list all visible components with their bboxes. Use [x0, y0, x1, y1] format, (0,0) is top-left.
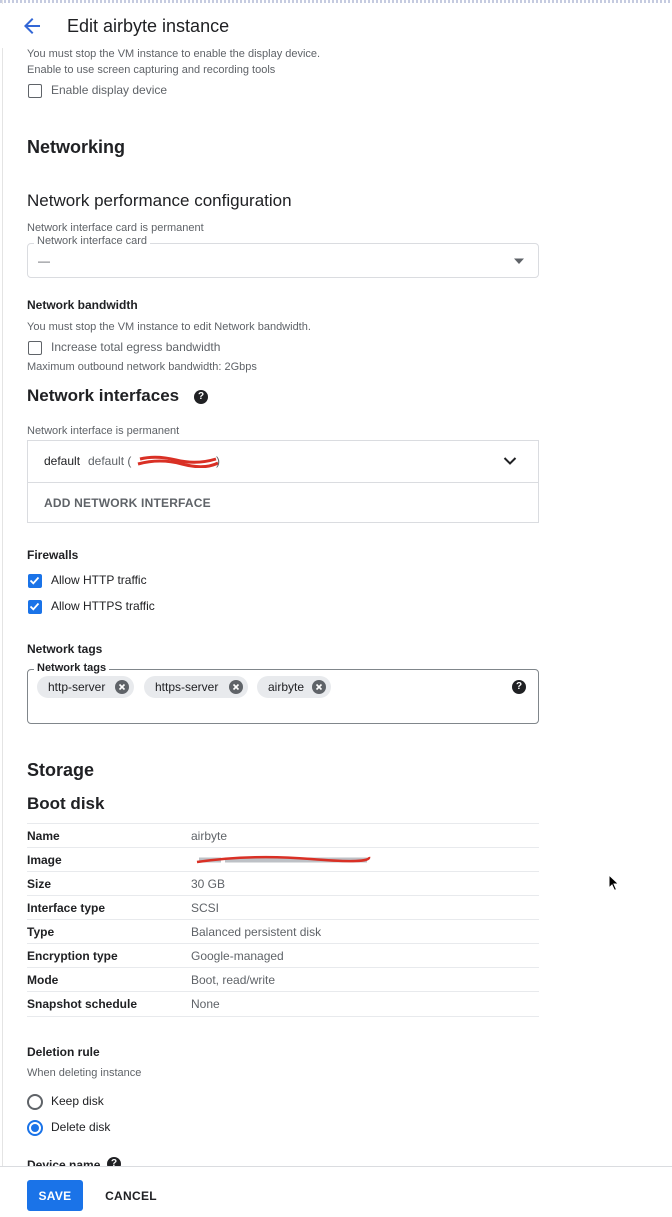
display-stop-note: You must stop the VM instance to enable … [27, 48, 321, 60]
row-key: Type [27, 925, 55, 939]
page-title: Edit airbyte instance [67, 16, 230, 36]
enable-display-checkbox[interactable] [28, 84, 42, 98]
network-performance-heading: Network performance configuration [27, 191, 292, 210]
row-value: SCSI [191, 901, 220, 915]
remove-tag-icon[interactable] [229, 680, 243, 694]
row-value: 30 GB [191, 877, 226, 891]
firewalls-heading: Firewalls [27, 548, 79, 562]
row-key: Image [27, 853, 62, 867]
network-interfaces-panel: default default ( ) ADD NETWORK INTERFAC… [27, 440, 539, 523]
allow-https-label: Allow HTTPS traffic [51, 599, 155, 613]
row-key: Size [27, 877, 52, 891]
row-key: Encryption type [27, 949, 118, 963]
network-tags-input[interactable]: http-server https-server airbyte ? [27, 669, 539, 724]
max-bandwidth-note: Maximum outbound network bandwidth: 2Gbp… [27, 361, 257, 373]
table-row: Encryption type Google-managed [27, 943, 539, 968]
top-strip [0, 0, 672, 3]
tag-chip: airbyte [257, 676, 331, 698]
redacted-image-value [191, 852, 371, 868]
tag-chip: https-server [144, 676, 248, 698]
allow-https-checkbox[interactable] [28, 600, 42, 614]
row-value: Boot, read/write [191, 973, 276, 987]
storage-heading: Storage [27, 760, 95, 780]
network-interface-row[interactable]: default default ( ) [28, 441, 538, 483]
help-icon[interactable]: ? [194, 390, 208, 404]
chevron-down-icon[interactable] [502, 453, 518, 474]
tag-chip-label: https-server [155, 680, 219, 694]
boot-disk-heading: Boot disk [27, 794, 105, 813]
tag-chip-label: airbyte [268, 680, 305, 694]
deletion-rule-heading: Deletion rule [27, 1045, 100, 1059]
interface-name: default [44, 454, 81, 468]
tag-chip-label: http-server [48, 680, 106, 694]
help-icon[interactable]: ? [512, 680, 526, 694]
save-button[interactable]: SAVE [27, 1180, 83, 1211]
table-row: Name airbyte [27, 823, 539, 848]
nic-select[interactable]: — [27, 243, 539, 278]
row-key: Interface type [27, 901, 106, 915]
row-value: Google-managed [191, 949, 284, 963]
display-enable-hint: Enable to use screen capturing and recor… [27, 64, 276, 76]
network-interfaces-heading: Network interfaces [27, 386, 180, 405]
bandwidth-stop-note: You must stop the VM instance to edit Ne… [27, 321, 311, 333]
network-bandwidth-heading: Network bandwidth [27, 298, 138, 312]
row-key: Snapshot schedule [27, 997, 138, 1011]
table-row: Image [27, 847, 539, 872]
enable-display-label: Enable display device [51, 83, 168, 97]
egress-bandwidth-checkbox[interactable] [28, 341, 42, 355]
remove-tag-icon[interactable] [312, 680, 326, 694]
nic-field-label: Network interface card [34, 235, 151, 247]
save-button-label: SAVE [38, 1189, 72, 1203]
table-row: Type Balanced persistent disk [27, 919, 539, 944]
nic-permanent-note: Network interface card is permanent [27, 222, 204, 234]
deletion-note: When deleting instance [27, 1067, 142, 1079]
cancel-button-label: CANCEL [105, 1189, 157, 1203]
row-key: Mode [27, 973, 59, 987]
table-row: Snapshot schedule None [27, 991, 539, 1017]
row-value: None [191, 997, 220, 1011]
keep-disk-radio[interactable] [27, 1094, 43, 1110]
keep-disk-label: Keep disk [51, 1094, 104, 1108]
allow-http-label: Allow HTTP traffic [51, 573, 147, 587]
row-value: airbyte [191, 829, 228, 843]
delete-disk-label: Delete disk [51, 1120, 111, 1134]
interface-detail-close: ) [216, 454, 220, 468]
dropdown-arrow-icon [512, 254, 526, 273]
redacted-ip [136, 454, 220, 469]
row-key: Name [27, 829, 60, 843]
egress-bandwidth-label: Increase total egress bandwidth [51, 340, 221, 354]
tag-chip: http-server [37, 676, 134, 698]
remove-tag-icon[interactable] [115, 680, 129, 694]
table-row: Size 30 GB [27, 871, 539, 896]
delete-disk-radio[interactable] [27, 1120, 43, 1136]
add-network-interface-button[interactable]: ADD NETWORK INTERFACE [44, 496, 211, 510]
allow-http-checkbox[interactable] [28, 574, 42, 588]
page-header: Edit airbyte instance [0, 4, 672, 48]
nic-select-value: — [38, 254, 50, 268]
back-arrow-icon[interactable] [20, 14, 44, 38]
interface-permanent-note: Network interface is permanent [27, 425, 180, 437]
form-footer: SAVE CANCEL [0, 1166, 672, 1217]
mouse-cursor-icon [608, 873, 620, 897]
interface-detail-open: default ( [88, 454, 132, 468]
cancel-button[interactable]: CANCEL [99, 1180, 163, 1211]
network-tags-heading: Network tags [27, 642, 103, 656]
table-row: Interface type SCSI [27, 895, 539, 920]
table-row: Mode Boot, read/write [27, 967, 539, 992]
network-tags-field-label: Network tags [34, 662, 110, 674]
left-border [2, 0, 3, 1216]
row-value: Balanced persistent disk [191, 925, 322, 939]
networking-heading: Networking [27, 137, 126, 157]
